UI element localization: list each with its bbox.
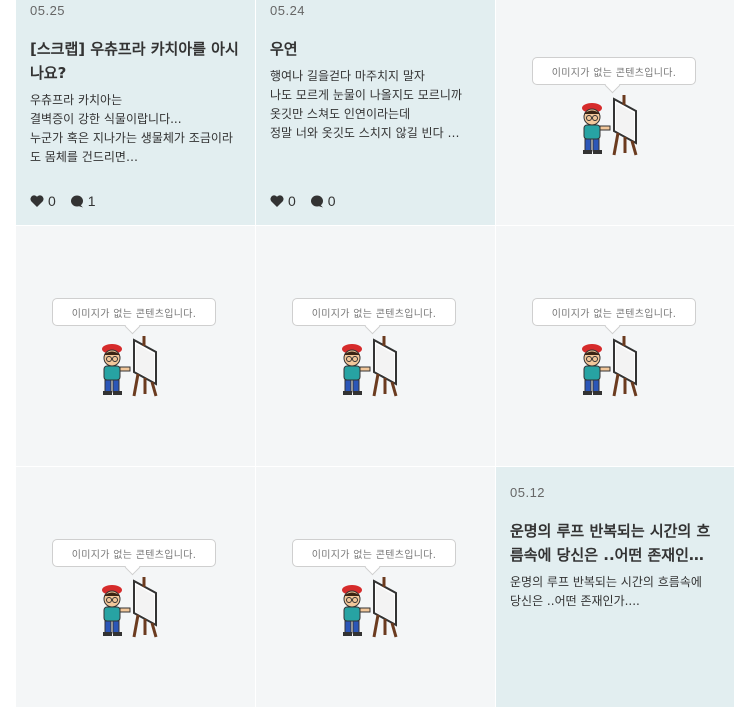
comment-icon bbox=[310, 195, 323, 207]
painter-illustration bbox=[578, 93, 654, 161]
painter-illustration bbox=[338, 575, 414, 643]
painter-illustration bbox=[98, 334, 174, 402]
no-image-bubble: 이미지가 없는 콘텐츠입니다. bbox=[532, 57, 696, 85]
post-title[interactable]: [스크랩] 우츄프라 카치아를 아시나요? bbox=[30, 37, 241, 85]
post-title[interactable]: 우연 bbox=[270, 37, 481, 61]
painter-icon bbox=[342, 585, 371, 636]
no-image-bubble: 이미지가 없는 콘텐츠입니다. bbox=[52, 298, 216, 326]
no-image-placeholder: 이미지가 없는 콘텐츠입니다. bbox=[256, 467, 495, 707]
no-image-bubble: 이미지가 없는 콘텐츠입니다. bbox=[532, 298, 696, 326]
painter-illustration bbox=[98, 575, 174, 643]
painter-icon bbox=[102, 344, 131, 395]
no-image-placeholder: 이미지가 없는 콘텐츠입니다. bbox=[496, 0, 734, 225]
post-card[interactable]: 05.24 우연 행여나 길을걷다 마주치지 말자 나도 모르게 눈물이 나올지… bbox=[256, 0, 495, 225]
painter-icon bbox=[342, 344, 371, 395]
post-excerpt: 행여나 길을걷다 마주치지 말자 나도 모르게 눈물이 나올지도 모르니까 옷깃… bbox=[270, 69, 462, 140]
heart-icon bbox=[270, 195, 284, 207]
easel-icon bbox=[612, 336, 638, 397]
no-image-placeholder: 이미지가 없는 콘텐츠입니다. bbox=[496, 226, 734, 466]
painter-illustration bbox=[578, 334, 654, 402]
painter-icon bbox=[102, 585, 131, 636]
painter-illustration bbox=[338, 334, 414, 402]
no-image-placeholder: 이미지가 없는 콘텐츠입니다. bbox=[16, 226, 255, 466]
comment-count[interactable]: 0 bbox=[310, 193, 336, 209]
comment-count-value: 0 bbox=[327, 193, 336, 209]
post-card[interactable]: 05.12 운명의 루프 반복되는 시간의 흐름속에 당신은 ..어떤 존재인…… bbox=[496, 467, 734, 707]
painter-icon bbox=[582, 103, 611, 154]
post-date: 05.25 bbox=[30, 3, 66, 18]
comment-icon bbox=[70, 195, 83, 207]
no-image-bubble: 이미지가 없는 콘텐츠입니다. bbox=[292, 298, 456, 326]
post-date: 05.12 bbox=[510, 485, 546, 500]
easel-icon bbox=[372, 577, 398, 638]
post-stats: 0 1 bbox=[30, 193, 110, 209]
post-card-no-image[interactable]: 이미지가 없는 콘텐츠입니다. bbox=[496, 226, 734, 466]
heart-icon bbox=[30, 195, 44, 207]
post-card-no-image[interactable]: 이미지가 없는 콘텐츠입니다. bbox=[496, 0, 734, 225]
post-title[interactable]: 운명의 루프 반복되는 시간의 흐름속에 당신은 ..어떤 존재인… bbox=[510, 519, 721, 567]
like-count-value: 0 bbox=[288, 193, 296, 209]
post-card-no-image[interactable]: 이미지가 없는 콘텐츠입니다. bbox=[16, 467, 255, 707]
post-card-no-image[interactable]: 이미지가 없는 콘텐츠입니다. bbox=[16, 226, 255, 466]
post-card-no-image[interactable]: 이미지가 없는 콘텐츠입니다. bbox=[256, 226, 495, 466]
painter-icon bbox=[582, 344, 611, 395]
post-card-no-image[interactable]: 이미지가 없는 콘텐츠입니다. bbox=[256, 467, 495, 707]
like-count[interactable]: 0 bbox=[270, 193, 296, 209]
easel-icon bbox=[612, 95, 638, 156]
no-image-placeholder: 이미지가 없는 콘텐츠입니다. bbox=[256, 226, 495, 466]
comment-count-value: 1 bbox=[87, 193, 96, 209]
like-count-value: 0 bbox=[48, 193, 56, 209]
comment-count[interactable]: 1 bbox=[70, 193, 96, 209]
no-image-bubble: 이미지가 없는 콘텐츠입니다. bbox=[52, 539, 216, 567]
post-stats: 0 0 bbox=[270, 193, 350, 209]
post-grid: 05.25 [스크랩] 우츄프라 카치아를 아시나요? 우츄프라 카치아는 결벽… bbox=[16, 0, 734, 707]
post-excerpt: 운명의 루프 반복되는 시간의 흐름속에 당신은 ..어떤 존재인가.... bbox=[510, 575, 702, 608]
easel-icon bbox=[132, 336, 158, 397]
no-image-placeholder: 이미지가 없는 콘텐츠입니다. bbox=[16, 467, 255, 707]
post-card[interactable]: 05.25 [스크랩] 우츄프라 카치아를 아시나요? 우츄프라 카치아는 결벽… bbox=[16, 0, 255, 225]
no-image-bubble: 이미지가 없는 콘텐츠입니다. bbox=[292, 539, 456, 567]
post-date: 05.24 bbox=[270, 3, 306, 18]
easel-icon bbox=[132, 577, 158, 638]
post-excerpt: 우츄프라 카치아는 결벽증이 강한 식물이랍니다... 누군가 혹은 지나가는 … bbox=[30, 93, 233, 164]
easel-icon bbox=[372, 336, 398, 397]
like-count[interactable]: 0 bbox=[30, 193, 56, 209]
